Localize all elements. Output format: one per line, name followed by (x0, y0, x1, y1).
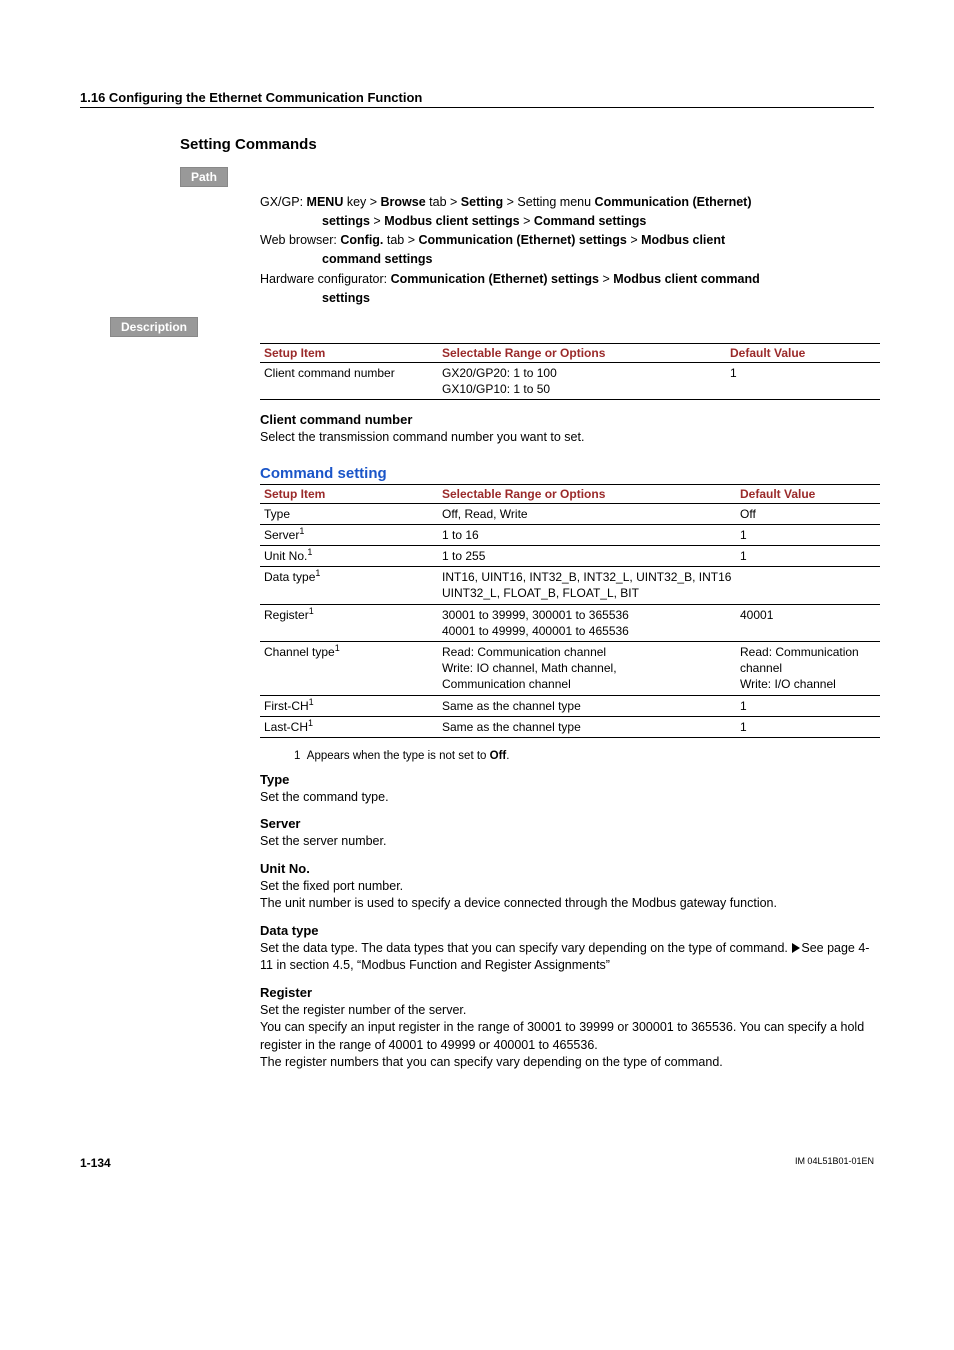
td: First-CH1 (260, 695, 438, 716)
page-heading: Setting Commands (180, 136, 874, 153)
td: 1 (726, 362, 880, 399)
t: settings (322, 291, 370, 305)
t: > (370, 214, 384, 228)
table-command-setting: Setup Item Selectable Range or Options D… (260, 484, 880, 738)
td: Register1 (260, 604, 438, 641)
t: Modbus client settings (384, 214, 519, 228)
footnote: 1 Appears when the type is not set to Of… (294, 750, 874, 762)
t: GX/GP: (260, 195, 307, 209)
heading-command-setting: Command setting (260, 465, 874, 482)
section-header: 1.16 Configuring the Ethernet Communicat… (80, 90, 874, 108)
subhead-server: Server (260, 816, 874, 831)
t: Modbus client (641, 233, 725, 247)
td: Read: Communication channel Write: I/O c… (736, 641, 880, 695)
th: Default Value (736, 484, 880, 503)
footnote-num: 1 (294, 750, 300, 762)
t: Hardware configurator: (260, 272, 391, 286)
table-row: Last-CH1Same as the channel type1 (260, 716, 880, 737)
td: 1 (736, 546, 880, 567)
t: MENU (307, 195, 344, 209)
table-row: Register130001 to 39999, 300001 to 36553… (260, 604, 880, 641)
t: Communication (Ethernet) (595, 195, 752, 209)
th: Setup Item (260, 343, 438, 362)
path-block: GX/GP: MENU key > Browse tab > Setting >… (260, 193, 874, 307)
t: . (506, 750, 509, 762)
td: Same as the channel type (438, 695, 736, 716)
td: Off (736, 503, 880, 524)
t: Set the data type. The data types that y… (260, 941, 791, 955)
td: GX20/GP20: 1 to 100 GX10/GP10: 1 to 50 (438, 362, 726, 399)
td: Same as the channel type (438, 716, 736, 737)
table-row: Server11 to 161 (260, 524, 880, 545)
body-text: Set the data type. The data types that y… (260, 940, 874, 975)
td: 40001 (736, 604, 880, 641)
doc-id: IM 04L51B01-01EN (795, 1156, 874, 1170)
td: 1 (736, 524, 880, 545)
t: key > (343, 195, 380, 209)
table-row: First-CH1Same as the channel type1 (260, 695, 880, 716)
description-label: Description (110, 317, 198, 337)
t: Setting (461, 195, 503, 209)
td: INT16, UINT16, INT32_B, INT32_L, UINT32_… (438, 567, 736, 604)
td: Unit No.1 (260, 546, 438, 567)
table-row: Client command number GX20/GP20: 1 to 10… (260, 362, 880, 399)
subhead-client-command-number: Client command number (260, 412, 874, 427)
t: Communication (Ethernet) settings (419, 233, 627, 247)
body-text: Set the fixed port number. The unit numb… (260, 878, 874, 913)
footer: 1-134 IM 04L51B01-01EN (80, 1156, 874, 1170)
t: tab > (426, 195, 461, 209)
page-number: 1-134 (80, 1156, 111, 1170)
t: Communication (Ethernet) settings (391, 272, 599, 286)
td: 1 (736, 716, 880, 737)
td: 1 to 16 (438, 524, 736, 545)
table-row: TypeOff, Read, WriteOff (260, 503, 880, 524)
t: > (627, 233, 641, 247)
td: 1 to 255 (438, 546, 736, 567)
t: Off (490, 750, 507, 762)
td: Off, Read, Write (438, 503, 736, 524)
t: > (520, 214, 534, 228)
triangle-icon (792, 943, 800, 953)
subhead-register: Register (260, 985, 874, 1000)
t: command settings (322, 252, 432, 266)
table-row: Channel type1Read: Communication channel… (260, 641, 880, 695)
td: Type (260, 503, 438, 524)
body-text: Set the server number. (260, 833, 874, 851)
td: Channel type1 (260, 641, 438, 695)
t: > (599, 272, 613, 286)
t: settings (322, 214, 370, 228)
body-text: Set the command type. (260, 789, 874, 807)
body-text: Set the register number of the server. Y… (260, 1002, 874, 1072)
td: Data type1 (260, 567, 438, 604)
td: 1 (736, 695, 880, 716)
table-row: Data type1INT16, UINT16, INT32_B, INT32_… (260, 567, 880, 604)
subhead-unit-no: Unit No. (260, 861, 874, 876)
table-row: Unit No.11 to 2551 (260, 546, 880, 567)
td: 30001 to 39999, 300001 to 365536 40001 t… (438, 604, 736, 641)
t: Appears when the type is not set to (307, 750, 490, 762)
th: Selectable Range or Options (438, 343, 726, 362)
body-text: Select the transmission command number y… (260, 429, 874, 447)
t: Browse (381, 195, 426, 209)
t: Command settings (534, 214, 647, 228)
subhead-type: Type (260, 772, 874, 787)
t: > Setting menu (503, 195, 594, 209)
th: Default Value (726, 343, 880, 362)
subhead-data-type: Data type (260, 923, 874, 938)
t: tab > (383, 233, 418, 247)
t: Config. (340, 233, 383, 247)
table-client-command: Setup Item Selectable Range or Options D… (260, 343, 880, 400)
td: Read: Communication channel Write: IO ch… (438, 641, 736, 695)
th: Setup Item (260, 484, 438, 503)
td: Last-CH1 (260, 716, 438, 737)
th: Selectable Range or Options (438, 484, 736, 503)
path-label: Path (180, 167, 228, 187)
td (736, 567, 880, 604)
t: Modbus client command (613, 272, 760, 286)
td: Server1 (260, 524, 438, 545)
td: Client command number (260, 362, 438, 399)
t: Web browser: (260, 233, 340, 247)
